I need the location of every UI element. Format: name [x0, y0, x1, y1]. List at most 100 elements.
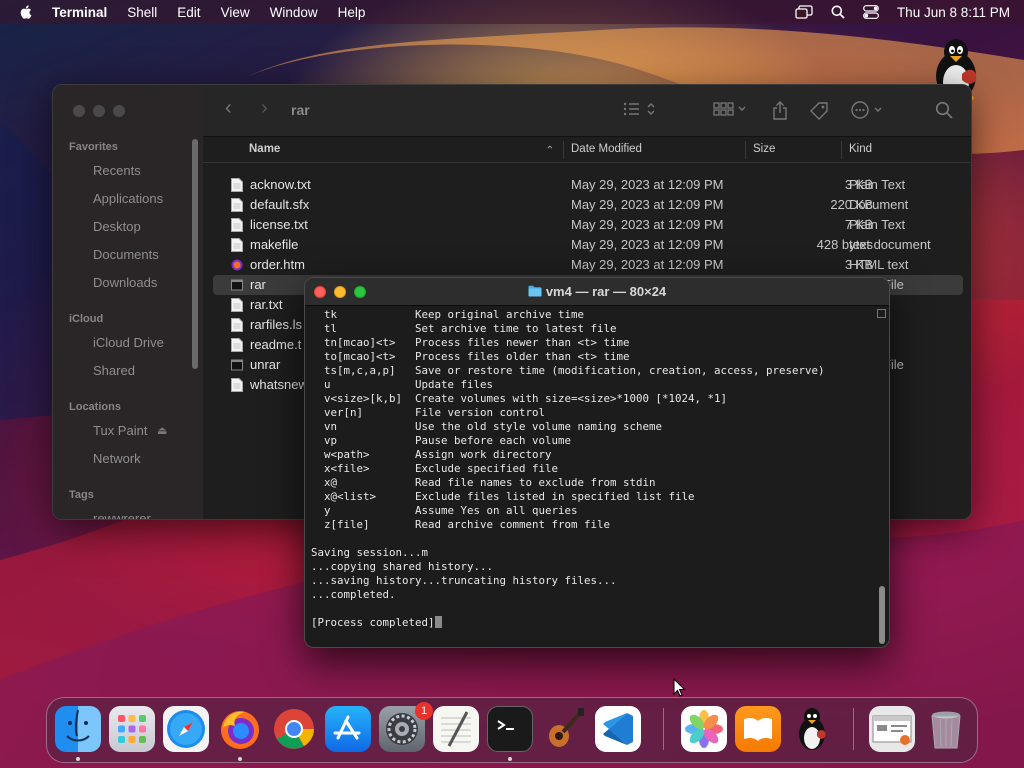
sidebar-scrollbar[interactable] [192, 139, 198, 369]
sidebar-item-network[interactable]: Network [93, 451, 141, 466]
terminal-window[interactable]: vm4 — rar — 80×24 tk Keep original archi… [304, 277, 890, 648]
terminal-line-text: ts[m,c,a,p] Save or restore time (modifi… [311, 364, 825, 377]
dock-app-store[interactable] [325, 706, 371, 752]
terminal-line: w<path> Assign work directory [311, 448, 871, 462]
file-date: May 29, 2023 at 12:09 PM [571, 197, 724, 212]
finder-zoom-button[interactable] [113, 105, 125, 117]
terminal-title-text: vm4 — rar — 80×24 [545, 284, 667, 299]
search-icon[interactable] [935, 101, 953, 124]
sidebar-item-icloud-drive[interactable]: iCloud Drive [93, 335, 164, 350]
terminal-line-text: y Assume Yes on all queries [311, 504, 578, 517]
menu-bar: Terminal Shell Edit View Window Help Thu… [0, 0, 1024, 24]
dock-finder[interactable] [55, 706, 101, 752]
terminal-scrollbar[interactable] [879, 586, 885, 644]
file-row[interactable]: license.txt May 29, 2023 at 12:09 PM 7 KB P… [213, 215, 963, 235]
terminal-line-text: ...completed. [311, 588, 396, 601]
file-kind: Document [849, 197, 909, 212]
sidebar-item-shared[interactable]: Shared [93, 363, 135, 378]
share-icon[interactable] [771, 101, 789, 126]
terminal-line: tn[mcao]<t> Process files newer than <t>… [311, 336, 871, 350]
column-size[interactable]: Size [753, 143, 775, 155]
menu-app-name[interactable]: Terminal [52, 5, 107, 20]
more-actions-icon[interactable] [851, 101, 887, 124]
finder-minimize-button[interactable] [93, 105, 105, 117]
control-center-icon[interactable] [863, 5, 879, 19]
file-name: rarfiles.ls [250, 317, 303, 332]
eject-icon[interactable]: ⏏ [157, 424, 167, 437]
terminal-line: ...completed. [311, 588, 871, 602]
document-file-icon [231, 338, 243, 352]
file-name: makefile [250, 237, 299, 252]
dock-vscode[interactable] [595, 706, 641, 752]
file-row[interactable]: default.sfx May 29, 2023 at 12:09 PM 220 K… [213, 195, 963, 215]
file-row[interactable]: acknow.txt May 29, 2023 at 12:09 PM 3 KB Pl… [213, 175, 963, 195]
file-name: unrar [250, 357, 281, 372]
dock-textedit[interactable] [433, 706, 479, 752]
tag-icon[interactable] [809, 101, 829, 126]
html-file-icon [231, 258, 243, 272]
sidebar-item-tux-paint[interactable]: Tux Paint [93, 423, 147, 438]
dock-firefox[interactable] [217, 706, 263, 752]
dock-running-indicator [238, 757, 242, 761]
dock-books[interactable] [735, 706, 781, 752]
terminal-line-text: x@ Read file names to exclude from stdin [311, 476, 656, 489]
sidebar-item-downloads[interactable]: Downloads [93, 275, 157, 290]
terminal-line: vp Pause before each volume [311, 434, 871, 448]
terminal-output[interactable]: tk Keep original archive time tl Set arc… [311, 308, 871, 646]
dock-terminal[interactable] [487, 706, 533, 752]
terminal-line: ver[n] File version control [311, 406, 871, 420]
sort-ascending-icon[interactable]: ⌃ [545, 143, 555, 157]
terminal-line-text: tl Set archive time to latest file [311, 322, 617, 335]
dock-garageband[interactable] [541, 706, 587, 752]
terminal-line: vn Use the old style volume naming schem… [311, 420, 871, 434]
terminal-cursor [434, 616, 442, 628]
dock-safari[interactable] [163, 706, 209, 752]
sidebar-item-tag[interactable]: rewwrerer [93, 511, 151, 519]
finder-toolbar: ‹ › rar [203, 85, 971, 137]
list-view-icon[interactable] [623, 101, 659, 122]
launchpad-icon [118, 715, 146, 743]
search-icon[interactable] [831, 5, 845, 19]
menu-clock[interactable]: Thu Jun 8 8:11 PM [897, 5, 1010, 20]
dock-photos[interactable] [681, 706, 727, 752]
file-row[interactable]: order.htm May 29, 2023 at 12:09 PM 3 KB HTM… [213, 255, 963, 275]
column-date-modified[interactable]: Date Modified [571, 143, 642, 155]
dock-launchpad[interactable] [109, 706, 155, 752]
sidebar-item-recents[interactable]: Recents [93, 163, 141, 178]
menu-help[interactable]: Help [338, 5, 366, 20]
menu-shell[interactable]: Shell [127, 5, 157, 20]
file-name: order.htm [250, 257, 305, 272]
terminal-line: ...copying shared history... [311, 560, 871, 574]
terminal-line-text: z[file] Read archive comment from file [311, 518, 611, 531]
sidebar-item-documents[interactable]: Documents [93, 247, 159, 262]
back-icon[interactable]: ‹ [225, 97, 232, 120]
safari-icon [167, 710, 205, 748]
file-row[interactable]: makefile May 29, 2023 at 12:09 PM 428 byte… [213, 235, 963, 255]
apple-icon[interactable] [18, 4, 36, 20]
terminal-line: ts[m,c,a,p] Save or restore time (modifi… [311, 364, 871, 378]
finder-close-button[interactable] [73, 105, 85, 117]
menu-edit[interactable]: Edit [177, 5, 200, 20]
document-file-icon [231, 378, 243, 392]
terminal-line-text: tk Keep original archive time [311, 308, 585, 321]
dock-trash[interactable] [923, 706, 969, 752]
column-name[interactable]: Name [249, 143, 280, 155]
document-file-icon [231, 298, 243, 312]
terminal-line: Saving session...m [311, 546, 871, 560]
finder-title: rar [291, 102, 310, 118]
sidebar-item-applications[interactable]: Applications [93, 191, 163, 206]
dock-downloads-stack[interactable] [869, 706, 915, 752]
column-kind[interactable]: Kind [849, 143, 872, 155]
sidebar-item-desktop[interactable]: Desktop [93, 219, 141, 234]
dock-tux-paint[interactable] [789, 706, 835, 752]
group-view-icon[interactable] [713, 101, 749, 122]
document-file-icon [231, 198, 243, 212]
menu-view[interactable]: View [221, 5, 250, 20]
menu-window[interactable]: Window [270, 5, 318, 20]
forward-icon[interactable]: › [261, 97, 268, 120]
dock-chrome[interactable] [271, 706, 317, 752]
screen-mirroring-icon[interactable] [795, 5, 813, 19]
terminal-line-text: v<size>[k,b] Create volumes with size=<s… [311, 392, 728, 405]
terminal-titlebar[interactable]: vm4 — rar — 80×24 [305, 278, 889, 306]
terminal-line: tk Keep original archive time [311, 308, 871, 322]
